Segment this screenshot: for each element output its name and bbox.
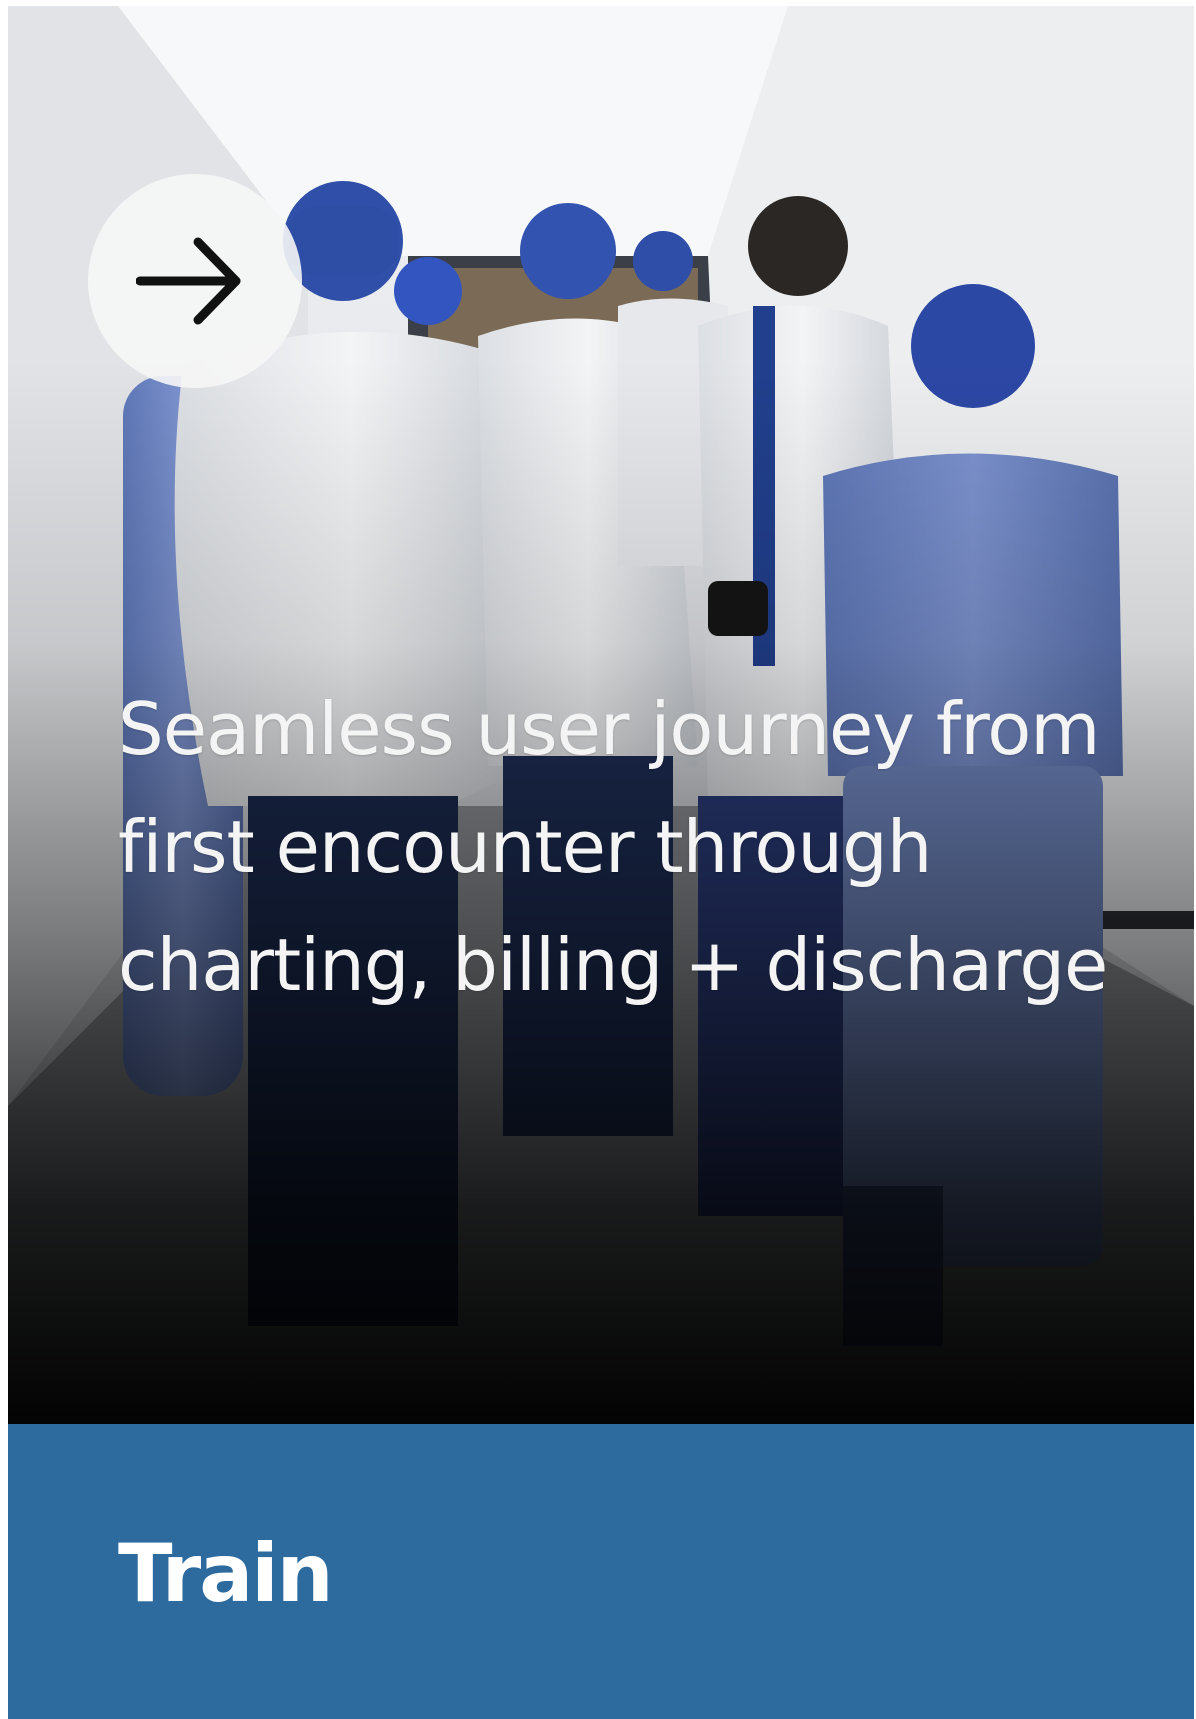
arrow-right-icon — [136, 237, 241, 325]
card-footer[interactable]: Train — [8, 1424, 1194, 1719]
card-headline: Seamless user journey from first encount… — [118, 687, 1108, 1007]
feature-card[interactable]: Seamless user journey from first encount… — [8, 6, 1194, 1719]
arrow-button[interactable] — [88, 174, 302, 388]
hero-photo: Seamless user journey from first encount… — [8, 6, 1194, 1424]
card-label: Train — [118, 1527, 334, 1620]
